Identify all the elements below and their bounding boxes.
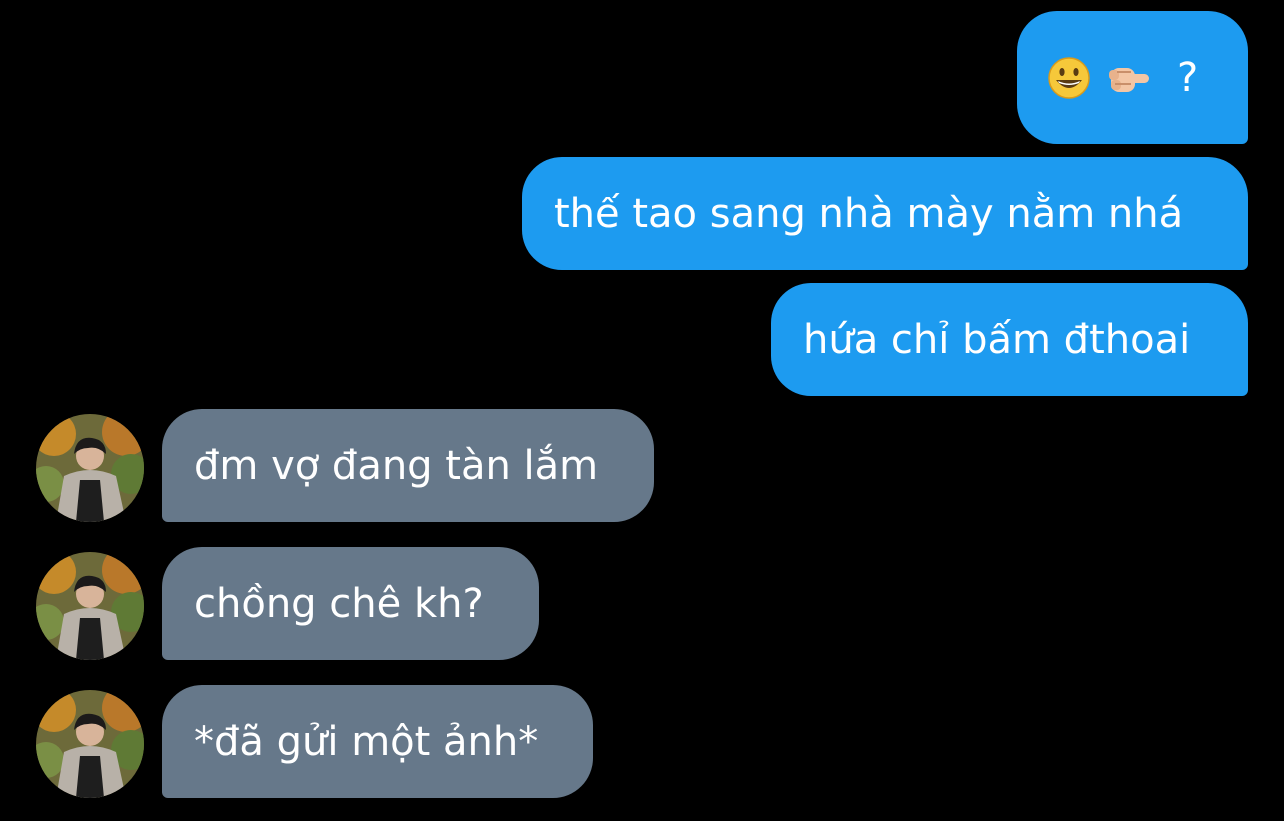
message-text: chồng chê kh? [194,580,484,627]
grinning-face-emoji [1048,56,1090,99]
contact-avatar[interactable] [36,414,144,522]
chat-thread: ? thế tao sang nhà mày nằm nhá hứa chỉ b… [0,0,1284,821]
emoji-row: ? [1047,54,1198,102]
received-message-bubble[interactable]: *đã gửi một ảnh* [162,685,593,798]
message-text: *đã gửi một ảnh* [194,718,539,765]
backhand-pointing-emoji [1109,67,1149,92]
contact-avatar[interactable] [36,690,144,798]
sent-message-bubble[interactable]: ? [1017,11,1248,144]
contact-avatar[interactable] [36,552,144,660]
received-message-bubble[interactable]: đm vợ đang tàn lắm [162,409,654,522]
message-text: ? [1177,54,1199,101]
sent-message-bubble[interactable]: hứa chỉ bấm đthoai [771,283,1248,396]
sent-message-bubble[interactable]: thế tao sang nhà mày nằm nhá [522,157,1248,270]
message-text: thế tao sang nhà mày nằm nhá [554,190,1184,237]
message-text: đm vợ đang tàn lắm [194,442,599,489]
message-text: hứa chỉ bấm đthoai [803,316,1191,363]
received-message-bubble[interactable]: chồng chê kh? [162,547,539,660]
